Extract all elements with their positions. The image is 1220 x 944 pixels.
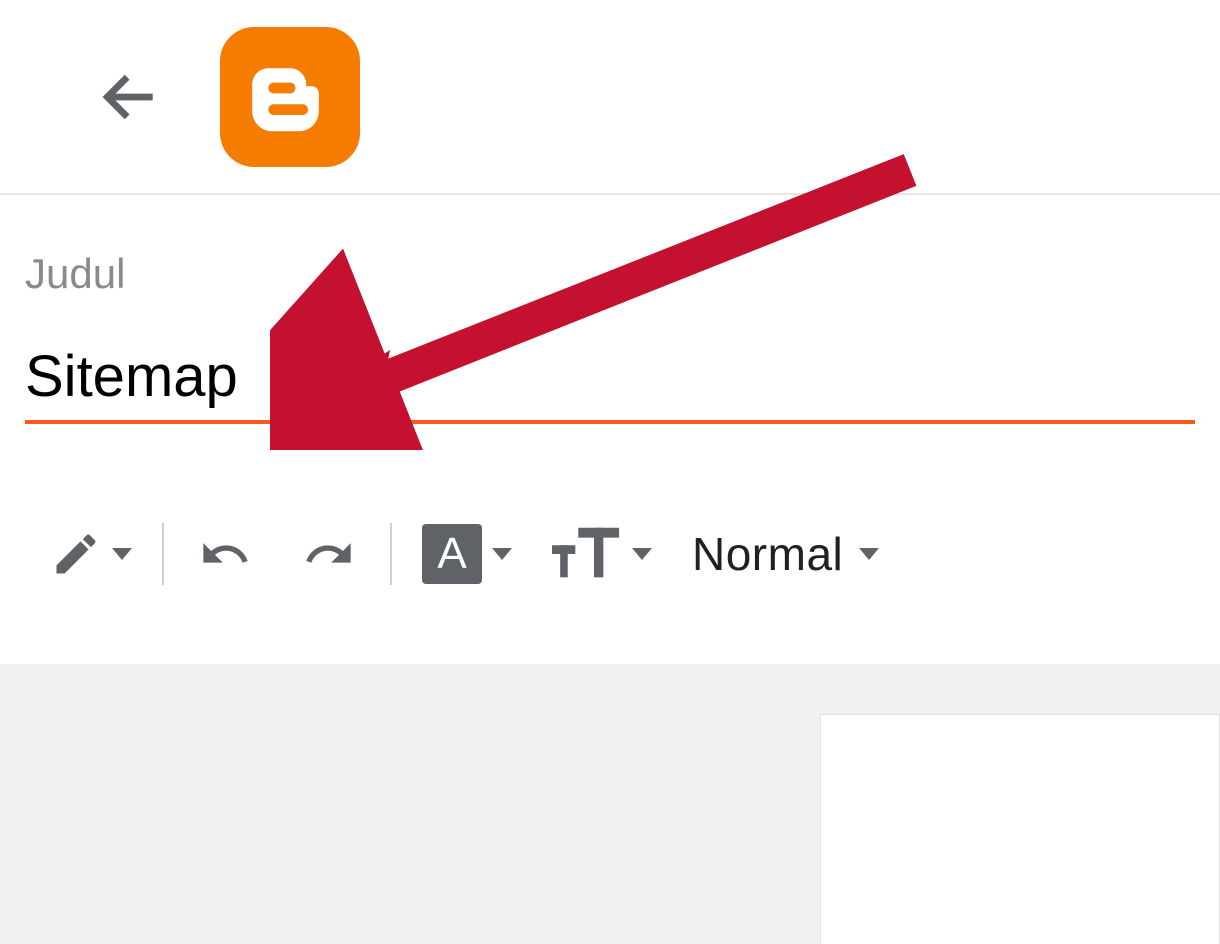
editor-content-area[interactable]: [0, 664, 1220, 944]
toolbar-divider: [390, 523, 392, 585]
history-group: [184, 514, 370, 594]
title-input[interactable]: [25, 343, 1195, 424]
pencil-icon: [50, 528, 102, 580]
edit-mode-button[interactable]: [50, 524, 132, 584]
top-bar: [0, 0, 1220, 195]
caret-down-icon: [492, 548, 512, 560]
blogger-logo[interactable]: [220, 27, 360, 167]
title-section: Judul: [0, 195, 1220, 424]
title-label: Judul: [25, 250, 1195, 298]
text-size-icon: [552, 527, 622, 581]
back-button[interactable]: [95, 62, 165, 132]
paragraph-style-label: Normal: [692, 527, 843, 581]
redo-button[interactable]: [298, 524, 360, 584]
editor-toolbar: A Normal: [0, 514, 1220, 594]
caret-down-icon: [859, 548, 879, 560]
undo-button[interactable]: [194, 524, 256, 584]
content-panel: [820, 714, 1220, 944]
undo-icon: [194, 528, 256, 580]
font-size-button[interactable]: [552, 524, 652, 584]
font-group: A Normal: [412, 514, 889, 594]
edit-mode-group: [40, 514, 142, 594]
font-family-icon: A: [422, 524, 482, 584]
caret-down-icon: [112, 548, 132, 560]
arrow-left-icon: [96, 63, 164, 131]
redo-icon: [298, 528, 360, 580]
toolbar-divider: [162, 523, 164, 585]
font-family-button[interactable]: A: [422, 524, 512, 584]
blogger-logo-icon: [245, 52, 335, 142]
caret-down-icon: [632, 548, 652, 560]
paragraph-style-button[interactable]: Normal: [692, 524, 879, 584]
